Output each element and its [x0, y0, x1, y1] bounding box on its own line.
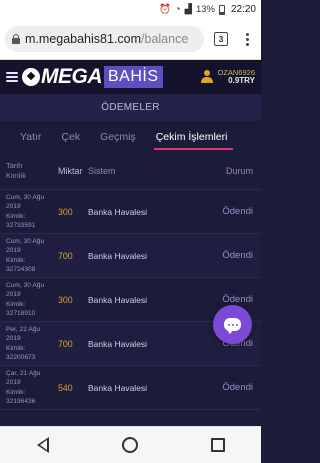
date-line: Cum, 30 Ağu	[6, 281, 45, 289]
id-label: Kimlik:	[6, 256, 26, 264]
tab-deposit[interactable]: Yatır	[10, 121, 51, 153]
browser-toolbar: m.megabahis81.com/balance 3	[0, 19, 261, 60]
table-row: Cum, 30 Ağu 2019 Kimlik: 32733591 300 Ba…	[0, 190, 261, 234]
page-title: ÖDEMELER	[0, 94, 261, 121]
year-line: 2019	[6, 203, 21, 211]
row-system: Banka Havalesi	[88, 294, 148, 305]
row-status: Ödendi	[222, 250, 253, 261]
column-header-system: Sistem	[88, 166, 116, 176]
date-line: Per, 22 Ağu	[6, 325, 41, 333]
url-text[interactable]: m.megabahis81.com/balance	[25, 32, 188, 46]
back-icon[interactable]	[36, 437, 49, 453]
tab-switcher-button[interactable]: 3	[214, 32, 228, 46]
tab-withdrawal-transactions[interactable]: Çekim İşlemleri	[146, 121, 238, 153]
row-system: Banka Havalesi	[88, 206, 148, 217]
soccer-ball-icon	[22, 68, 40, 86]
user-balance: 0.9TRY	[228, 75, 255, 85]
signal-icon: ▟	[184, 4, 192, 15]
url-host: m.megabahis81.com	[25, 32, 142, 46]
row-amount: 700	[58, 338, 73, 349]
year-line: 2019	[6, 291, 21, 299]
row-system: Banka Havalesi	[88, 382, 148, 393]
clock: 22:20	[230, 4, 256, 15]
battery-icon	[218, 4, 225, 15]
site-header: MEGA BAHİS OZAN6926 0.9TRY	[0, 60, 261, 94]
android-nav-bar	[0, 426, 261, 463]
id-label: Kimlik:	[6, 212, 26, 220]
browser-menu-icon[interactable]	[240, 32, 254, 46]
id-label: Kimlik:	[6, 388, 26, 396]
id-label: Kimlik:	[6, 344, 26, 352]
id-value: 32718910	[6, 309, 36, 317]
id-value: 32196436	[6, 397, 36, 405]
chat-bubble-icon	[224, 318, 241, 334]
column-header-date: Tarih Kimlik	[6, 161, 58, 182]
row-system: Banka Havalesi	[88, 338, 148, 349]
date-line: Cum, 30 Ağu	[6, 193, 45, 201]
lock-icon	[12, 34, 20, 44]
table-row: Cum, 30 Ağu 2019 Kimlik: 32724308 700 Ba…	[0, 234, 261, 278]
row-date: Çar, 21 Ağu 2019 Kimlik: 32196436	[6, 369, 58, 406]
android-status-bar: ⏰ ◔ ▟ 13% 22:20	[0, 0, 261, 19]
row-status: Ödendi	[222, 382, 253, 393]
date-line: Çar, 21 Ağu	[6, 369, 41, 377]
id-value: 32733591	[6, 221, 36, 229]
logo-mega-text: MEGA	[41, 65, 103, 88]
recent-apps-icon[interactable]	[210, 438, 225, 452]
user-icon	[201, 70, 214, 84]
year-line: 2019	[6, 335, 21, 343]
user-account[interactable]: OZAN6926 0.9TRY	[201, 68, 255, 85]
payment-tabs: Yatır Çek Geçmiş Çekim İşlemleri	[0, 121, 261, 153]
year-line: 2019	[6, 247, 21, 255]
column-header-amount: Miktar	[58, 166, 83, 176]
url-path: /balance	[141, 32, 189, 46]
row-system: Banka Havalesi	[88, 250, 148, 261]
row-date: Cum, 30 Ağu 2019 Kimlik: 32733591	[6, 193, 58, 230]
home-icon[interactable]	[121, 437, 138, 453]
header-id-label: Kimlik	[6, 171, 26, 180]
row-date: Per, 22 Ağu 2019 Kimlik: 32200673	[6, 325, 58, 362]
tab-history[interactable]: Geçmiş	[90, 121, 146, 153]
row-amount: 300	[58, 294, 73, 305]
date-line: Cum, 30 Ağu	[6, 237, 45, 245]
year-line: 2019	[6, 379, 21, 387]
row-status: Ödendi	[222, 294, 253, 305]
hamburger-menu-icon[interactable]	[6, 72, 18, 82]
live-chat-button[interactable]	[213, 305, 252, 344]
table-header: Tarih Kimlik Miktar Sistem Durum	[0, 153, 261, 190]
row-date: Cum, 30 Ağu 2019 Kimlik: 32718910	[6, 281, 58, 318]
row-amount: 540	[58, 382, 73, 393]
wifi-icon: ◔	[174, 4, 181, 15]
withdrawal-list: Cum, 30 Ağu 2019 Kimlik: 32733591 300 Ba…	[0, 190, 261, 410]
url-field[interactable]: m.megabahis81.com/balance	[5, 26, 204, 52]
row-amount: 700	[58, 250, 73, 261]
header-date-label: Tarih	[6, 160, 23, 170]
row-date: Cum, 30 Ağu 2019 Kimlik: 32724308	[6, 237, 58, 274]
id-label: Kimlik:	[6, 300, 26, 308]
logo-bahis-text: BAHİS	[104, 66, 163, 88]
battery-percent: 13%	[195, 4, 215, 15]
row-amount: 300	[58, 206, 73, 217]
alarm-icon: ⏰	[159, 4, 171, 15]
row-status: Ödendi	[222, 206, 253, 217]
table-row: Çar, 21 Ağu 2019 Kimlik: 32196436 540 Ba…	[0, 366, 261, 410]
id-value: 32200673	[6, 353, 36, 361]
tab-withdraw[interactable]: Çek	[51, 121, 90, 153]
column-header-status: Durum	[225, 166, 253, 176]
site-logo[interactable]: MEGA BAHİS	[22, 65, 163, 89]
id-value: 32724308	[6, 265, 36, 273]
